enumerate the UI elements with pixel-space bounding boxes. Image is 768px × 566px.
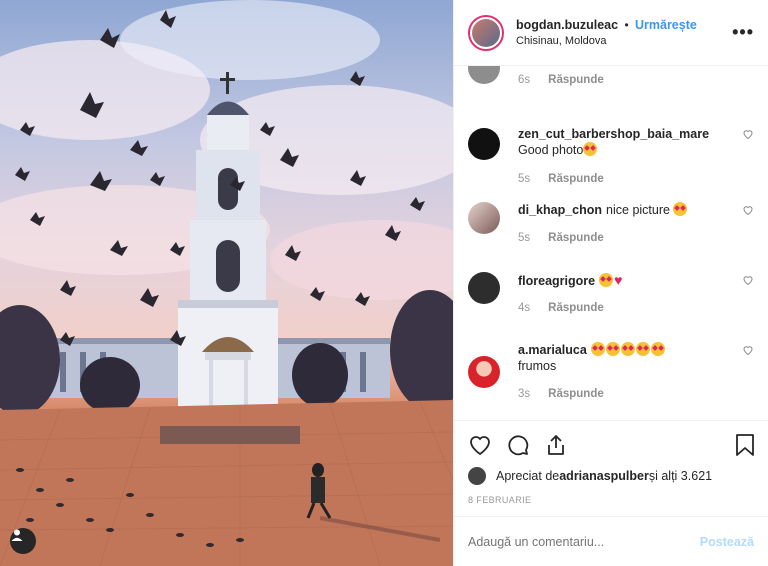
comment-item: di_khap_chon nice picture 5s Răspunde xyxy=(468,202,754,252)
comment-icon[interactable] xyxy=(506,433,530,457)
location-link[interactable]: Chisinau, Moldova xyxy=(516,33,756,49)
reply-button[interactable]: Răspunde xyxy=(548,388,604,400)
comment-username[interactable]: floreagrigore xyxy=(518,274,595,288)
comment-time[interactable]: 5s xyxy=(518,173,530,185)
heart-eyes-emoji-icon xyxy=(620,342,635,356)
red-heart-emoji-icon: ♥ xyxy=(614,272,623,288)
add-comment-bar: Postează xyxy=(454,516,768,566)
heart-icon[interactable] xyxy=(468,433,492,457)
liker-username[interactable]: adrianaspulber xyxy=(559,469,649,483)
comment-username[interactable]: di_khap_chon xyxy=(518,203,602,217)
comment-item: zen_cut_barbershop_baia_mare Good photo … xyxy=(468,126,754,186)
user-tag-button[interactable] xyxy=(10,528,36,554)
author-avatar[interactable] xyxy=(468,14,504,51)
liker-avatar[interactable] xyxy=(468,467,486,485)
comments-list[interactable]: 6s Răspunde zen_cut_barbershop_baia_mare … xyxy=(454,66,768,420)
post-comment-button[interactable]: Postează xyxy=(700,535,754,549)
reply-button[interactable]: Răspunde xyxy=(548,74,604,86)
header-separator: • xyxy=(624,17,629,32)
comment-like-icon[interactable] xyxy=(742,204,754,216)
likes-summary[interactable]: Apreciat de adrianaspulber și alți 3.621 xyxy=(468,467,754,485)
bookmark-icon[interactable] xyxy=(734,433,756,457)
post-photo[interactable] xyxy=(0,0,453,566)
instagram-post: bogdan.buzuleac • Urmărește Chisinau, Mo… xyxy=(0,0,768,566)
comment-text: Good photo xyxy=(518,143,584,157)
comment-text: frumos xyxy=(518,359,557,373)
post-header: bogdan.buzuleac • Urmărește Chisinau, Mo… xyxy=(454,0,768,66)
reply-button[interactable]: Răspunde xyxy=(548,302,604,314)
heart-eyes-emoji-icon xyxy=(590,342,605,356)
comment-avatar[interactable] xyxy=(468,272,500,304)
user-tag-icon xyxy=(11,529,23,541)
author-username[interactable]: bogdan.buzuleac xyxy=(516,18,618,32)
comment-item: a.marialuca frumos 3s Răspunde xyxy=(468,342,754,406)
heart-eyes-emoji-icon xyxy=(605,342,620,356)
comment-like-icon[interactable] xyxy=(742,128,754,140)
follow-button[interactable]: Urmărește xyxy=(635,18,697,32)
heart-eyes-emoji-icon xyxy=(650,342,665,356)
grin-emoji-icon xyxy=(583,142,598,156)
comment-username[interactable]: zen_cut_barbershop_baia_mare xyxy=(518,127,709,141)
comment-avatar[interactable] xyxy=(468,66,500,84)
post-date[interactable]: 8 FEBRUARIE xyxy=(468,495,754,505)
heart-eyes-emoji-icon xyxy=(599,273,614,287)
comment-time[interactable]: 6s xyxy=(518,74,530,86)
comment-item: floreagrigore ♥ 4s Răspunde xyxy=(468,272,754,322)
heart-eyes-emoji-icon xyxy=(673,202,688,216)
comment-input[interactable] xyxy=(468,534,700,549)
heart-eyes-emoji-icon xyxy=(635,342,650,356)
comment-avatar[interactable] xyxy=(468,202,500,234)
likes-prefix: Apreciat de xyxy=(496,469,560,483)
comment-time[interactable]: 4s xyxy=(518,302,530,314)
comment-like-icon[interactable] xyxy=(742,274,754,286)
comment-avatar[interactable] xyxy=(468,356,500,388)
comment-time[interactable]: 5s xyxy=(518,232,530,244)
photo-scene xyxy=(0,0,453,566)
comment-item: 6s Răspunde xyxy=(468,66,754,112)
comment-time[interactable]: 3s xyxy=(518,388,530,400)
comment-like-icon[interactable] xyxy=(742,344,754,356)
reply-button[interactable]: Răspunde xyxy=(548,173,604,185)
likes-count[interactable]: și alți 3.621 xyxy=(649,469,712,483)
reply-button[interactable]: Răspunde xyxy=(548,232,604,244)
more-icon[interactable]: ••• xyxy=(732,22,754,43)
post-actions: Apreciat de adrianaspulber și alți 3.621… xyxy=(454,420,768,516)
share-icon[interactable] xyxy=(544,433,568,457)
comment-text: nice picture xyxy=(606,203,670,217)
post-sidebar: bogdan.buzuleac • Urmărește Chisinau, Mo… xyxy=(453,0,768,566)
comment-username[interactable]: a.marialuca xyxy=(518,343,587,357)
comment-avatar[interactable] xyxy=(468,128,500,160)
